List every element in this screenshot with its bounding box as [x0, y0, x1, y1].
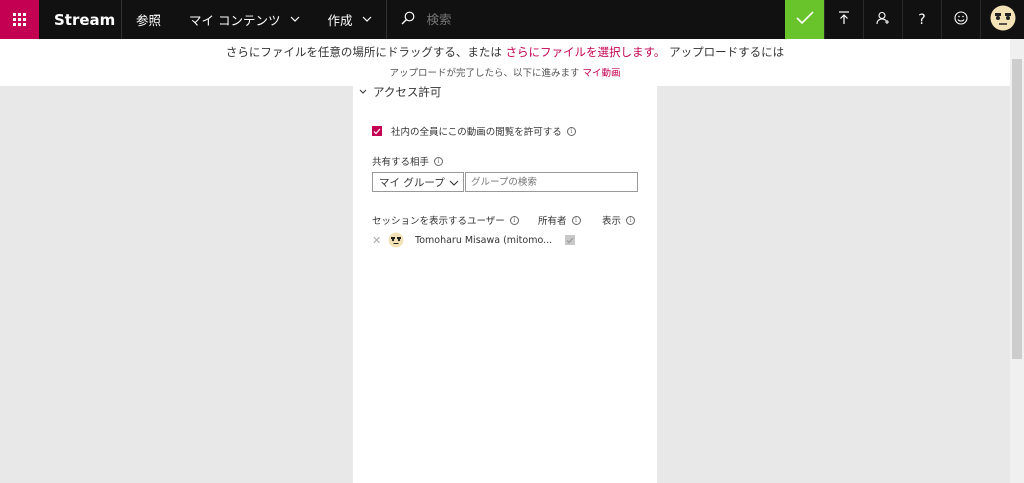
help-icon: ?: [918, 11, 926, 28]
section-title: アクセス許可: [373, 85, 442, 99]
search-input[interactable]: [426, 12, 527, 27]
share-type-select[interactable]: マイ グループ: [372, 172, 464, 192]
avatar: [990, 5, 1016, 35]
column-owner-label: 所有者: [538, 216, 567, 227]
allow-company-checkbox[interactable]: [372, 126, 382, 136]
notice-line-1: さらにファイルを任意の場所にドラッグする、または さらにファイルを選択します。 …: [0, 44, 1010, 60]
page-scrollbar[interactable]: [1010, 39, 1024, 483]
owner-checkbox[interactable]: [565, 235, 575, 245]
info-icon[interactable]: i: [509, 215, 519, 225]
info-icon[interactable]: i: [571, 215, 581, 225]
add-person-icon: [876, 11, 890, 29]
users-table-header: セッションを表示するユーザー i 所有者 i 表示 i: [372, 213, 657, 227]
allow-company-label: 社内の全員にこの動画の閲覧を許可する: [391, 127, 562, 138]
permissions-panel: アクセス許可 社内の全員にこの動画の閲覧を許可する i 共有する相手 i マイ …: [353, 84, 657, 483]
upload-button[interactable]: [824, 0, 863, 39]
brand-name[interactable]: Stream: [39, 0, 122, 39]
column-users: セッションを表示するユーザー i: [372, 213, 520, 227]
nav-browse-label: 参照: [136, 13, 162, 28]
help-button[interactable]: ?: [902, 0, 941, 39]
top-nav-bar: Stream 参照 マイ コンテンツ 作成 ?: [0, 0, 1024, 39]
column-show-label: 表示: [602, 216, 622, 227]
close-icon[interactable]: ✕: [372, 234, 384, 247]
save-check-button[interactable]: [785, 0, 824, 39]
upload-icon: [838, 10, 850, 29]
feedback-button[interactable]: [941, 0, 980, 39]
chevron-down-icon: [359, 87, 367, 97]
select-files-link[interactable]: さらにファイルを選択します。: [506, 45, 666, 59]
share-with-label-row: 共有する相手 i: [372, 154, 657, 168]
info-icon[interactable]: i: [626, 215, 636, 225]
share-type-value: マイ グループ: [379, 176, 445, 189]
my-videos-link[interactable]: マイ動画: [583, 68, 621, 79]
scrollbar-thumb[interactable]: [1012, 59, 1022, 359]
chevron-down-icon: [449, 176, 459, 189]
upload-notice: さらにファイルを任意の場所にドラッグする、または さらにファイルを選択します。 …: [0, 39, 1010, 86]
search-icon[interactable]: [401, 10, 415, 29]
notice-line-2: アップロードが完了したら、以下に進みます マイ動画: [0, 65, 1010, 79]
column-show: 表示 i: [602, 213, 636, 227]
search-box[interactable]: [387, 0, 541, 39]
group-search-input[interactable]: [465, 172, 638, 192]
allow-company-row: 社内の全員にこの動画の閲覧を許可する i: [372, 124, 657, 138]
invite-button[interactable]: [863, 0, 902, 39]
nav-create-label: 作成: [327, 13, 353, 28]
info-icon[interactable]: i: [434, 156, 444, 166]
notice-text: アップロードが完了したら、以下に進みます: [389, 68, 583, 79]
chevron-down-icon: [362, 14, 372, 25]
smiley-icon: [954, 10, 968, 29]
column-users-label: セッションを表示するユーザー: [372, 216, 505, 227]
user-name: Tomoharu Misawa (mitomo...: [415, 234, 553, 246]
info-icon[interactable]: i: [566, 126, 576, 136]
nav-create[interactable]: 作成: [314, 0, 386, 39]
nav-browse[interactable]: 参照: [122, 0, 175, 39]
chevron-down-icon: [290, 14, 300, 25]
notice-text: さらにファイルを任意の場所にドラッグする、または: [225, 45, 506, 59]
nav-my-content[interactable]: マイ コンテンツ: [175, 0, 313, 39]
column-owner: 所有者 i: [538, 213, 602, 227]
share-with-label: 共有する相手: [372, 157, 430, 168]
table-row: ✕ Tomoharu Misawa (mitomo...: [372, 232, 657, 248]
avatar: [388, 232, 404, 248]
permissions-section-header[interactable]: アクセス許可: [353, 84, 657, 100]
nav-my-content-label: マイ コンテンツ: [189, 13, 281, 28]
check-icon: [795, 10, 814, 29]
share-with-controls: マイ グループ: [372, 172, 657, 192]
app-launcher-button[interactable]: [0, 0, 39, 39]
notice-text: アップロードするには: [665, 45, 785, 59]
waffle-icon: [13, 13, 26, 26]
account-button[interactable]: [980, 0, 1024, 39]
